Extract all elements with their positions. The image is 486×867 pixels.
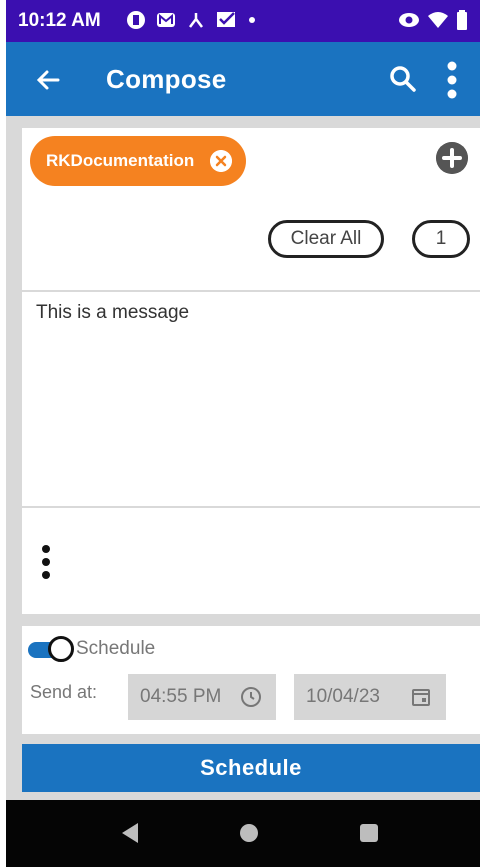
clear-all-button[interactable]: Clear All <box>268 220 384 258</box>
phone-screen: 10:12 AM Compose RKDocumentation Clear A… <box>6 0 480 867</box>
checkbox-message-icon <box>217 12 235 27</box>
schedule-label: Schedule <box>76 638 156 659</box>
search-icon[interactable] <box>388 64 418 94</box>
mail-m-icon <box>157 13 175 27</box>
wifi-icon <box>428 12 448 28</box>
battery-icon <box>457 10 467 30</box>
send-at-label: Send at: <box>30 682 98 702</box>
message-area[interactable]: This is a message <box>22 292 480 506</box>
status-system-icons <box>398 10 468 30</box>
recipient-count-badge: 1 <box>412 220 470 258</box>
recipients-card: RKDocumentation Clear All 1 <box>22 128 480 290</box>
dot-icon <box>249 17 255 23</box>
network-tree-icon <box>189 13 203 28</box>
page-title: Compose <box>106 64 227 94</box>
send-time-value: 04:55 PM <box>140 686 222 707</box>
circle-badge-icon <box>127 11 145 29</box>
status-bar: 10:12 AM <box>6 0 480 42</box>
remove-recipient-icon[interactable] <box>210 150 232 172</box>
recipient-chip-label: RKDocumentation <box>46 151 195 170</box>
message-text[interactable]: This is a message <box>36 302 189 324</box>
send-date-value: 10/04/23 <box>306 686 380 707</box>
schedule-card: Schedule Send at: 04:55 PM 10/04/23 <box>22 626 480 734</box>
schedule-button[interactable]: Schedule <box>22 744 480 792</box>
send-time-field[interactable]: 04:55 PM <box>128 674 276 720</box>
attachment-row <box>22 508 480 614</box>
back-arrow-icon[interactable] <box>32 64 64 96</box>
status-time: 10:12 AM <box>18 10 101 31</box>
more-options-icon[interactable] <box>446 60 458 100</box>
app-bar: Compose <box>6 42 480 116</box>
nav-back-icon[interactable] <box>120 822 140 844</box>
system-nav-bar <box>6 800 480 867</box>
nav-home-icon[interactable] <box>240 824 258 842</box>
nav-recents-icon[interactable] <box>360 824 378 842</box>
eye-icon <box>399 13 419 27</box>
send-date-field[interactable]: 10/04/23 <box>294 674 446 720</box>
toggle-knob <box>48 636 74 662</box>
recipient-chip[interactable]: RKDocumentation <box>30 136 246 186</box>
vertical-dots-menu-icon[interactable] <box>40 544 52 580</box>
add-recipient-icon[interactable] <box>436 142 468 174</box>
clock-icon <box>241 687 261 707</box>
calendar-icon <box>412 689 430 706</box>
schedule-toggle[interactable] <box>28 636 74 662</box>
status-notification-icons <box>126 10 256 30</box>
